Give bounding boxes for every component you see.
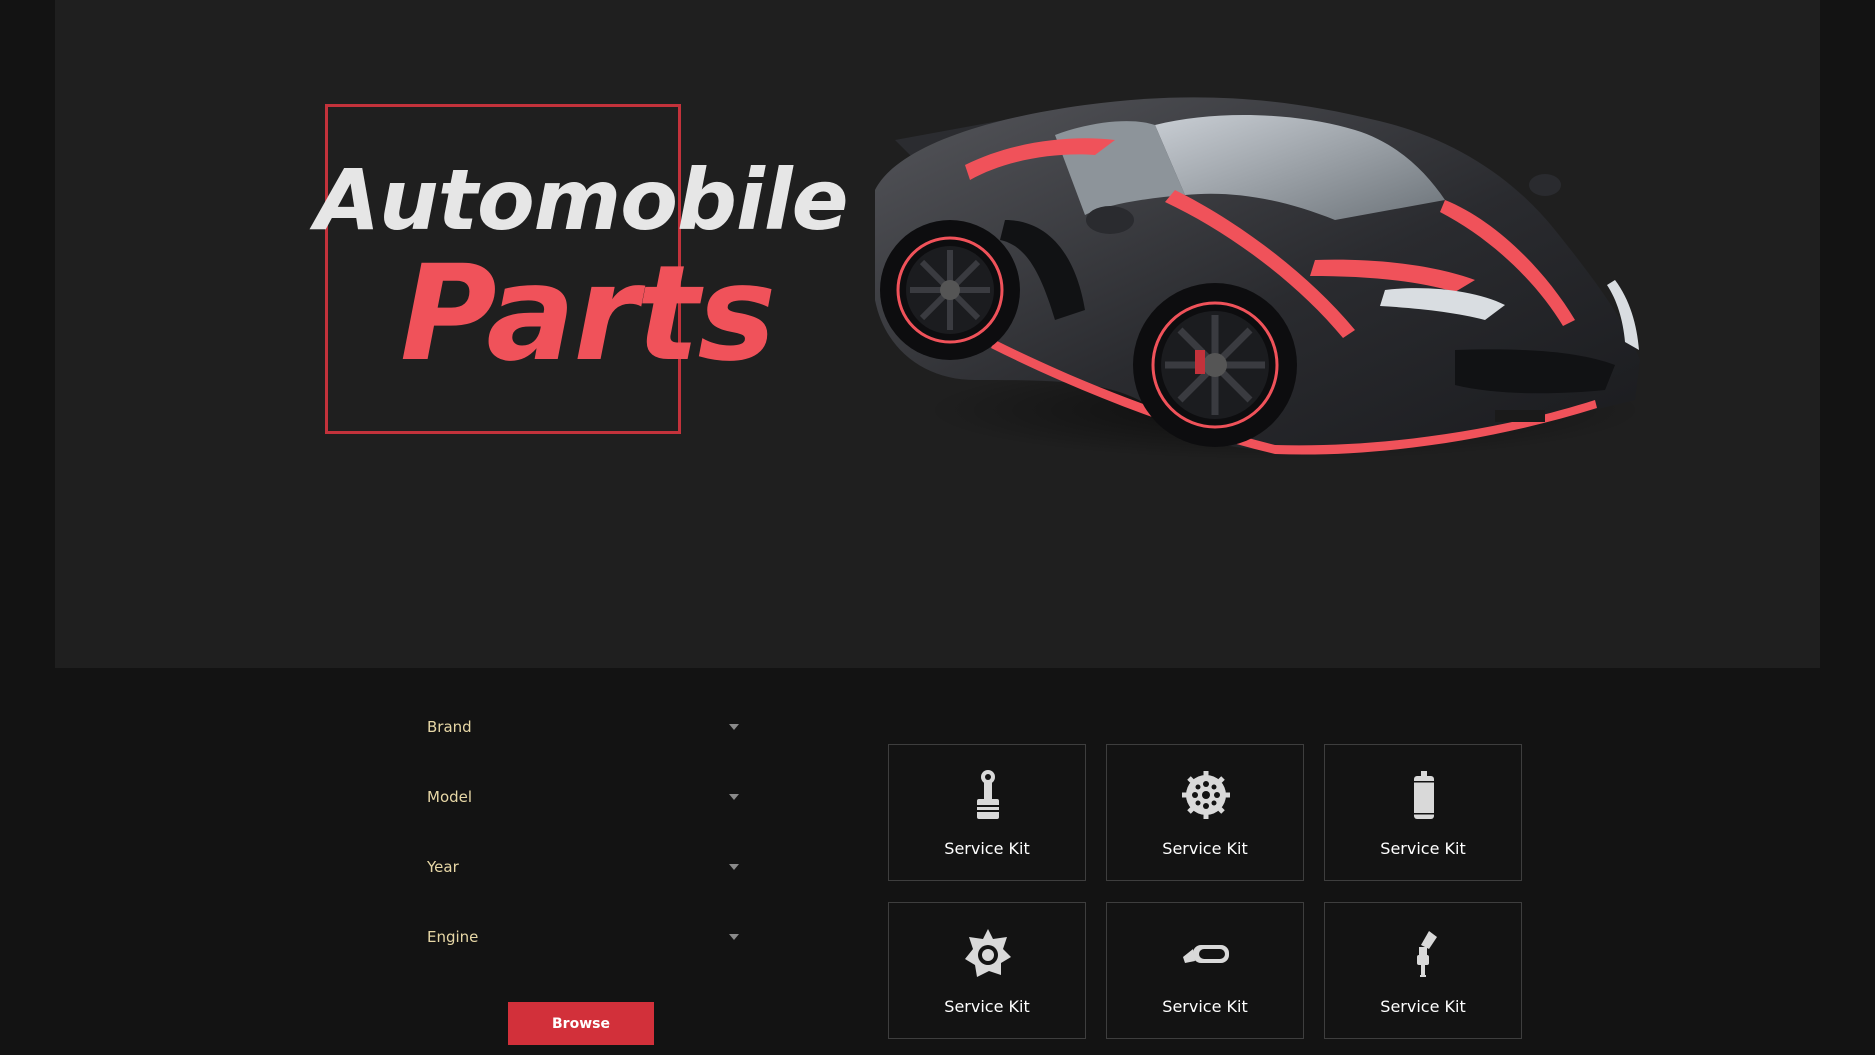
brand-select[interactable]: Brand [427,707,741,747]
service-kit-label: Service Kit [1162,839,1248,858]
service-kit-card-gear[interactable]: Service Kit [1106,744,1304,881]
model-select[interactable]: Model [427,777,741,817]
chevron-down-icon [729,934,739,940]
engine-select[interactable]: Engine [427,917,741,957]
service-kit-label: Service Kit [944,839,1030,858]
gear-icon [1182,771,1230,819]
service-kit-card-mirror[interactable]: Service Kit [1106,902,1304,1039]
engine-select-label: Engine [427,928,479,946]
side-mirror-icon [1183,945,1229,963]
chevron-down-icon [729,724,739,730]
service-kit-card-piston[interactable]: Service Kit [888,744,1086,881]
service-kit-label: Service Kit [1162,997,1248,1016]
service-kit-label: Service Kit [1380,839,1466,858]
chevron-down-icon [729,794,739,800]
spark-plug-icon [1417,931,1437,977]
hero-title-line2: Parts [400,237,776,391]
sports-car-image [875,97,1645,460]
year-select[interactable]: Year [427,847,741,887]
service-kit-card-oil-filter[interactable]: Service Kit [1324,744,1522,881]
hero-banner: Automobile Parts [55,0,1820,668]
wheel-hub-icon [965,929,1011,977]
model-select-label: Model [427,788,473,806]
service-kit-card-wheel-hub[interactable]: Service Kit [888,902,1086,1039]
oil-filter-icon [1414,771,1434,819]
service-kit-card-spark-plug[interactable]: Service Kit [1324,902,1522,1039]
service-kit-label: Service Kit [944,997,1030,1016]
year-select-label: Year [427,858,459,876]
chevron-down-icon [729,864,739,870]
piston-icon [977,770,999,819]
service-kit-label: Service Kit [1380,997,1466,1016]
browse-button[interactable]: Browse [508,1002,654,1045]
hero-title-line1: Automobile [315,151,849,249]
brand-select-label: Brand [427,718,472,736]
